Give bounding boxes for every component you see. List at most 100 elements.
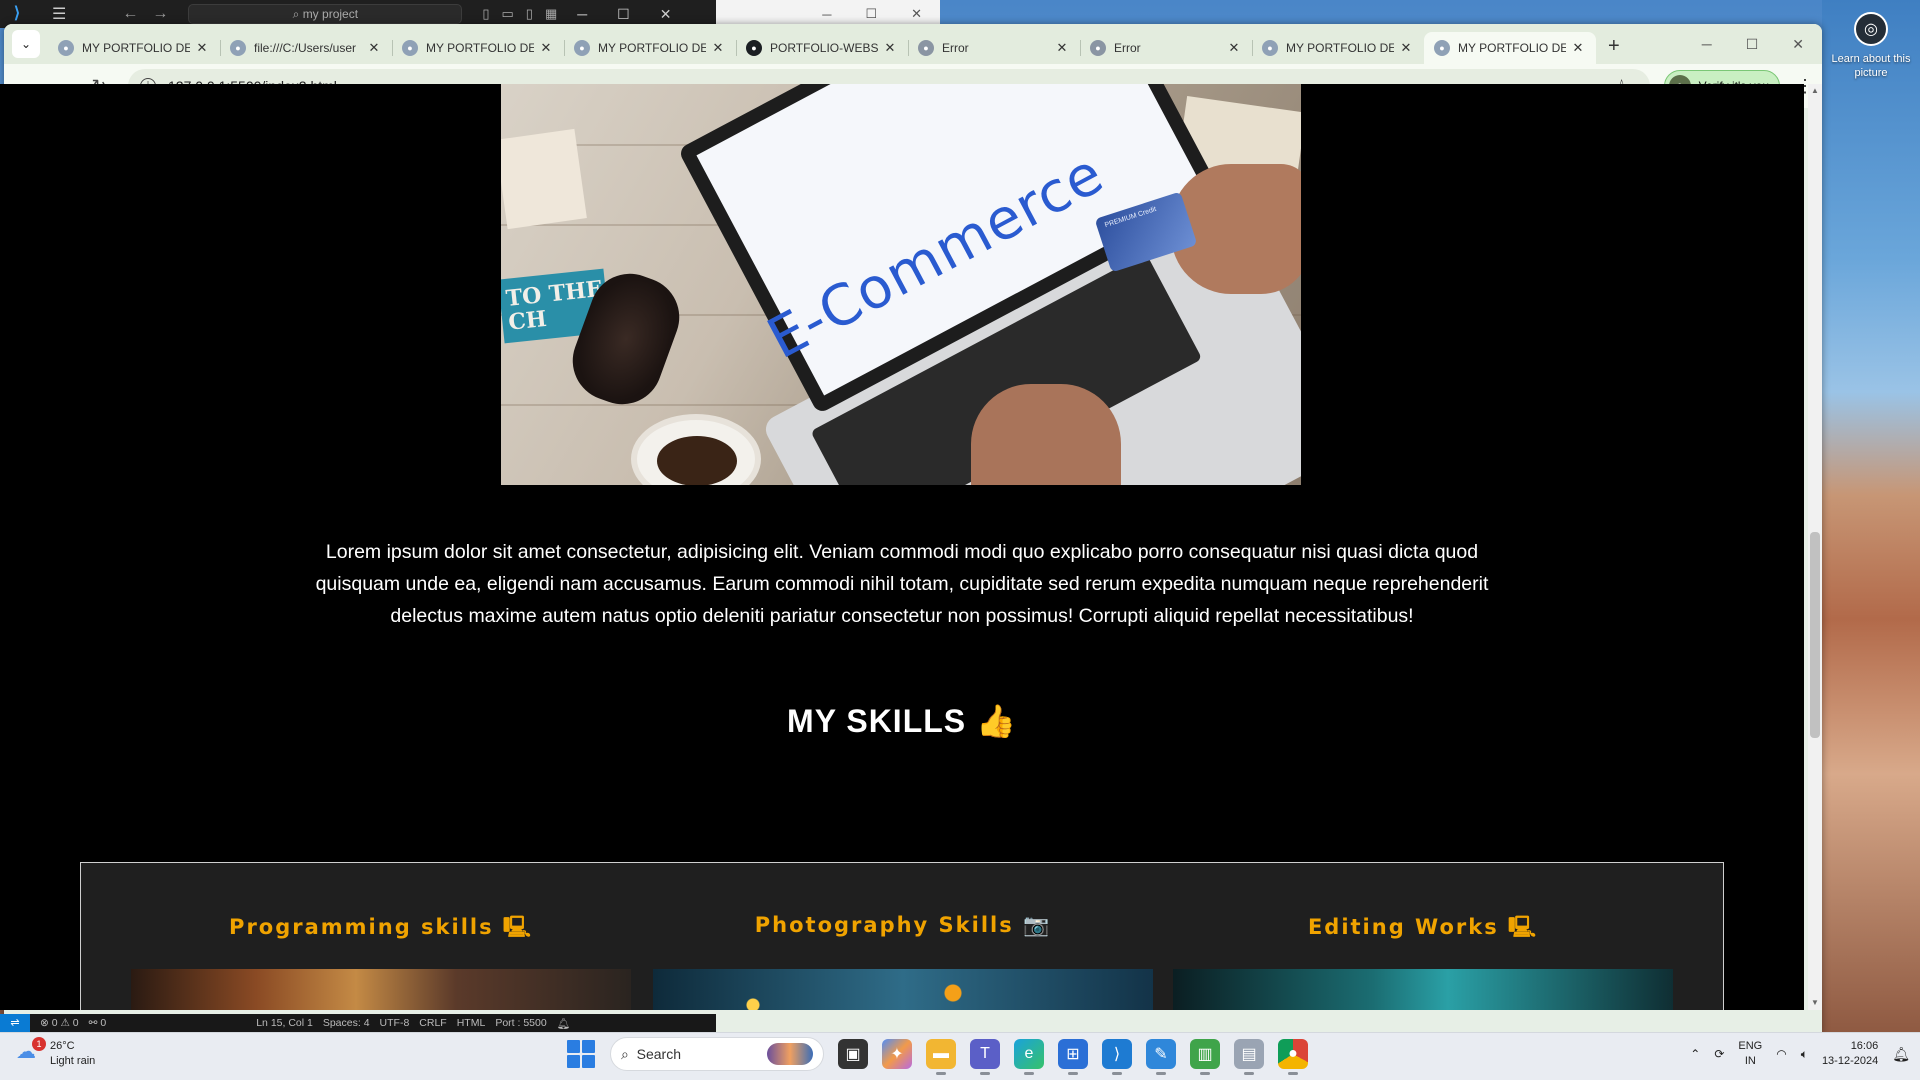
edge-icon[interactable]: e bbox=[1014, 1039, 1044, 1075]
tab-file[interactable]: ● file:///C:/Users/user ✕ bbox=[220, 32, 392, 64]
hand-on-trackpad-image bbox=[971, 384, 1121, 485]
volume-icon[interactable]: 🔈︎ bbox=[1801, 1047, 1808, 1062]
vscode-logo-icon[interactable]: ⟩ bbox=[8, 5, 26, 23]
tab-close-icon[interactable]: ✕ bbox=[1054, 40, 1070, 56]
bg-maximize-icon[interactable]: ☐ bbox=[865, 6, 877, 22]
vscode-close-icon[interactable]: ✕ bbox=[660, 6, 672, 23]
ports-status[interactable]: ⚯ 0 bbox=[89, 1017, 107, 1029]
chrome-icon[interactable]: ● bbox=[1278, 1039, 1308, 1075]
wifi-icon[interactable]: ◠ bbox=[1776, 1047, 1786, 1061]
tab-error-1[interactable]: ● Error ✕ bbox=[908, 32, 1080, 64]
close-icon[interactable]: ✕ bbox=[1792, 36, 1804, 53]
thumbs-up-icon: 👍 bbox=[976, 703, 1017, 739]
copilot-icon[interactable]: ✦ bbox=[882, 1039, 912, 1069]
taskbar-search[interactable]: ⌕ Search bbox=[610, 1037, 824, 1071]
hamburger-menu-icon[interactable]: ☰ bbox=[52, 4, 66, 24]
chevron-up-icon[interactable]: ⌃ bbox=[1690, 1047, 1700, 1061]
tab-close-icon[interactable]: ✕ bbox=[194, 40, 210, 56]
eol-status[interactable]: CRLF bbox=[419, 1017, 446, 1029]
skill-card-photography[interactable]: Photography Skills 📷 bbox=[653, 863, 1153, 1010]
forward-arrow-icon[interactable]: → bbox=[152, 5, 168, 23]
tab-close-icon[interactable]: ✕ bbox=[538, 40, 554, 56]
scroll-down-arrow-icon[interactable]: ▼ bbox=[1808, 996, 1822, 1010]
indent-status[interactable]: Spaces: 4 bbox=[323, 1017, 370, 1029]
app-installer-icon[interactable]: ✎ bbox=[1146, 1039, 1176, 1075]
tab-search-chevron-icon[interactable]: ⌄ bbox=[12, 30, 40, 58]
tab-portfolio-3[interactable]: ● MY PORTFOLIO DE ✕ bbox=[564, 32, 736, 64]
new-tab-icon[interactable]: + bbox=[1608, 35, 1620, 58]
scrollbar-thumb[interactable] bbox=[1810, 532, 1820, 738]
error-favicon-icon: ● bbox=[1090, 40, 1106, 56]
vscode-taskbar-icon[interactable]: ⟩ bbox=[1102, 1039, 1132, 1075]
notifications-bell-icon[interactable]: 🔔︎ bbox=[557, 1017, 570, 1030]
skill-card-editing[interactable]: Editing Works 🖳 bbox=[1173, 863, 1673, 1010]
tab-portfolio-active[interactable]: ● MY PORTFOLIO DE ✕ bbox=[1424, 32, 1596, 64]
teams-icon[interactable]: T bbox=[970, 1039, 1000, 1075]
tab-close-icon[interactable]: ✕ bbox=[882, 40, 898, 56]
tab-close-icon[interactable]: ✕ bbox=[1398, 40, 1414, 56]
remote-indicator-icon[interactable]: ⇌ bbox=[0, 1014, 30, 1032]
learn-about-picture-widget[interactable]: ◎ Learn about this picture bbox=[1826, 12, 1916, 80]
tab-strip: ⌄ ● MY PORTFOLIO DE ✕ ● file:///C:/Users… bbox=[4, 24, 1822, 64]
language-status[interactable]: HTML bbox=[457, 1017, 486, 1029]
encoding-status[interactable]: UTF-8 bbox=[380, 1017, 410, 1029]
task-view-icon[interactable]: ▣ bbox=[838, 1039, 868, 1069]
search-highlight-image bbox=[767, 1043, 813, 1065]
weather-badge: 1 bbox=[32, 1037, 46, 1051]
clock[interactable]: 16:06 13-12-2024 bbox=[1822, 1039, 1878, 1069]
programming-thumbnail-image bbox=[131, 969, 631, 1010]
toggle-secondary-sidebar-icon[interactable]: ▯ bbox=[526, 6, 533, 22]
clock-date: 13-12-2024 bbox=[1821, 1055, 1879, 1067]
vscode-search-text: my project bbox=[302, 7, 359, 21]
skill-title: Programming skills 🖳 bbox=[131, 913, 631, 948]
toggle-panel-icon[interactable]: ▭ bbox=[502, 6, 514, 22]
tab-close-icon[interactable]: ✕ bbox=[1226, 40, 1242, 56]
vscode-maximize-icon[interactable]: ☐ bbox=[617, 6, 630, 23]
minimize-icon[interactable]: ─ bbox=[1702, 36, 1712, 53]
skill-card-programming[interactable]: Programming skills 🖳 bbox=[131, 863, 631, 1010]
vscode-command-search[interactable]: ⌕ my project bbox=[188, 4, 463, 24]
tab-portfolio-4[interactable]: ● MY PORTFOLIO DE ✕ bbox=[1252, 32, 1424, 64]
weather-desc: Light rain bbox=[50, 1055, 96, 1067]
bg-close-icon[interactable]: ✕ bbox=[911, 6, 922, 22]
tab-close-icon[interactable]: ✕ bbox=[1570, 40, 1586, 56]
tab-close-icon[interactable]: ✕ bbox=[710, 40, 726, 56]
language-indicator[interactable]: ENG IN bbox=[1738, 1039, 1762, 1069]
maximize-icon[interactable]: ☐ bbox=[1746, 36, 1759, 53]
customize-layout-icon[interactable]: ▦ bbox=[545, 6, 557, 22]
vscode-status-bar: ⇌ ⊗ 0 ⚠ 0 ⚯ 0 Ln 15, Col 1 Spaces: 4 UTF… bbox=[0, 1014, 716, 1032]
tab-portfolio-1[interactable]: ● MY PORTFOLIO DE ✕ bbox=[48, 32, 220, 64]
problems-status[interactable]: ⊗ 0 ⚠ 0 bbox=[40, 1017, 79, 1029]
live-server-port[interactable]: Port : 5500 bbox=[495, 1017, 546, 1029]
skill-title: Photography Skills 📷 bbox=[653, 913, 1153, 938]
excel-chart-icon[interactable]: ▥ bbox=[1190, 1039, 1220, 1075]
portfolio-favicon-icon: ● bbox=[402, 40, 418, 56]
windows-start-icon[interactable] bbox=[566, 1039, 596, 1069]
bg-minimize-icon[interactable]: ─ bbox=[822, 7, 831, 22]
notification-bell-icon[interactable]: 🔔︎ bbox=[1892, 1046, 1910, 1063]
tab-error-2[interactable]: ● Error ✕ bbox=[1080, 32, 1252, 64]
cursor-position[interactable]: Ln 15, Col 1 bbox=[256, 1017, 313, 1029]
tab-title: Error bbox=[942, 41, 969, 55]
tab-portfolio-2[interactable]: ● MY PORTFOLIO DE ✕ bbox=[392, 32, 564, 64]
tab-github[interactable]: ● PORTFOLIO-WEBSI ✕ bbox=[736, 32, 908, 64]
vscode-minimize-icon[interactable]: ─ bbox=[577, 6, 587, 23]
weather-widget[interactable]: ☁ 1 26°C Light rain bbox=[16, 1037, 96, 1069]
portfolio-favicon-icon: ● bbox=[1434, 40, 1450, 56]
file-explorer-icon[interactable]: ▬ bbox=[926, 1039, 956, 1075]
sync-icon[interactable]: ⟳ bbox=[1714, 1047, 1724, 1061]
photography-thumbnail-image bbox=[653, 969, 1153, 1010]
toggle-sidebar-icon[interactable]: ▯ bbox=[482, 6, 489, 22]
scroll-up-arrow-icon[interactable]: ▲ bbox=[1808, 84, 1822, 98]
tab-title: MY PORTFOLIO DE bbox=[1286, 41, 1394, 55]
tab-title: MY PORTFOLIO DE bbox=[82, 41, 190, 55]
notepad-icon[interactable]: ▤ bbox=[1234, 1039, 1264, 1075]
tab-title: file:///C:/Users/user bbox=[254, 41, 357, 55]
page-scrollbar[interactable]: ▲ ▼ bbox=[1808, 84, 1822, 1010]
store-icon[interactable]: ⊞ bbox=[1058, 1039, 1088, 1075]
tab-close-icon[interactable]: ✕ bbox=[366, 40, 382, 56]
tab-title: MY PORTFOLIO DE bbox=[1458, 41, 1566, 55]
learn-about-label: Learn about this picture bbox=[1831, 53, 1911, 79]
back-arrow-icon[interactable]: ← bbox=[122, 5, 138, 23]
rain-cloud-icon: ☁ 1 bbox=[16, 1037, 46, 1069]
